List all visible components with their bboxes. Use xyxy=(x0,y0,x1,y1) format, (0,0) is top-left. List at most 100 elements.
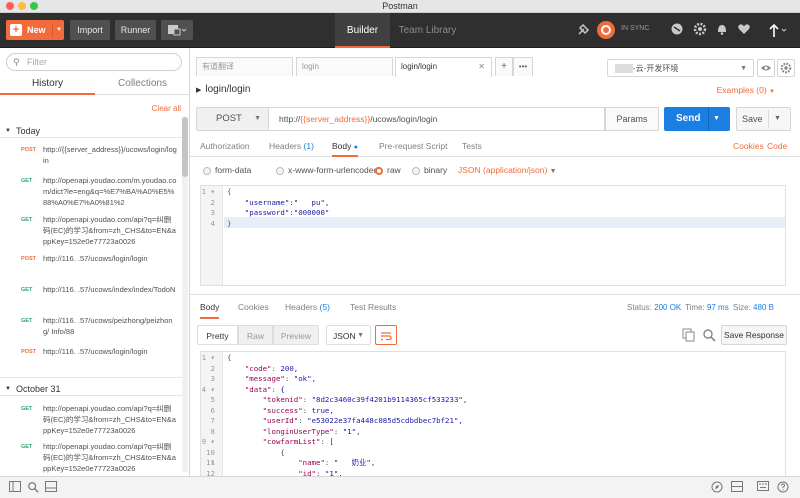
close-window-button[interactable] xyxy=(6,2,14,10)
filter-input[interactable]: ⚲ Filter xyxy=(6,53,182,71)
params-button[interactable]: Params xyxy=(605,107,659,131)
tab-headers[interactable]: Headers (1) xyxy=(269,139,314,157)
maximize-window-button[interactable] xyxy=(30,2,38,10)
copy-icon[interactable] xyxy=(682,328,696,342)
interceptor-icon[interactable] xyxy=(576,22,592,38)
request-tab[interactable]: 有道翻译 xyxy=(196,57,293,76)
history-item[interactable]: POST http://116. .57/ucows/login/login xyxy=(0,346,182,368)
bell-icon[interactable] xyxy=(714,22,730,38)
more-tabs-button[interactable]: ••• xyxy=(513,57,533,76)
form-data-label[interactable]: form-data xyxy=(215,165,251,175)
chevron-down-icon[interactable]: ▼ xyxy=(774,108,781,130)
format-select[interactable]: JSON ▼ xyxy=(326,325,371,345)
line-number: 4 ▾ xyxy=(201,384,215,394)
new-button[interactable]: + New ▼ xyxy=(6,20,64,40)
help-icon[interactable] xyxy=(776,481,790,495)
method-select[interactable]: POST ▼ xyxy=(196,107,269,131)
history-item[interactable]: GET http://openapi.youdao.com/api?q=纠删码(… xyxy=(0,441,182,474)
examples-dropdown[interactable]: Examples (0) ▼ xyxy=(717,85,775,95)
url-input[interactable]: http://{{server_address}}/ucows/login/lo… xyxy=(269,107,605,131)
tab-authorization[interactable]: Authorization xyxy=(200,139,250,157)
radio-x-www-form-urlencoded[interactable] xyxy=(276,167,284,175)
history-item[interactable]: GET http://116. .57/ucows/index/index/To… xyxy=(0,284,182,306)
save-button[interactable]: Save ▼ xyxy=(736,107,791,131)
urlencoded-label[interactable]: x-www-form-urlencoded xyxy=(288,165,378,175)
code-link[interactable]: Code xyxy=(767,139,787,157)
sync-icon[interactable] xyxy=(597,21,615,39)
wrap-lines-button[interactable] xyxy=(375,325,397,345)
view-pretty[interactable]: Pretty xyxy=(197,325,238,345)
response-tab-cookies[interactable]: Cookies xyxy=(238,302,269,319)
team-library-mode-tab[interactable]: Team Library xyxy=(395,13,460,48)
environment-select[interactable]: -云-开发环境 ▼ xyxy=(607,59,754,77)
body-type-select[interactable]: JSON (application/json) ▼ xyxy=(458,165,557,175)
request-tab-active[interactable]: login/login ✕ xyxy=(395,57,492,77)
send-button[interactable]: Send ▼ xyxy=(664,107,730,131)
layout-icon[interactable] xyxy=(730,481,744,495)
close-icon[interactable]: ✕ xyxy=(478,58,485,76)
history-item[interactable]: GET http://openapi.youdao.com/api?q=纠删码(… xyxy=(0,403,182,436)
binary-label[interactable]: binary xyxy=(424,165,447,175)
response-tabs: Body Cookies Headers (5) Test Results St… xyxy=(190,295,800,319)
heart-icon[interactable] xyxy=(736,22,752,38)
response-body-viewer[interactable]: 1 ▾{2 "code": 200, 3 "message": "ok", 4 ▾ … xyxy=(200,351,786,477)
history-item[interactable]: POST http://116. .57/ucows/login/login xyxy=(0,253,182,275)
minimize-window-button[interactable] xyxy=(18,2,26,10)
radio-binary[interactable] xyxy=(412,167,420,175)
bootcamp-icon[interactable] xyxy=(710,481,724,495)
history-item[interactable]: GET http://116. .57/ucows/peizhong/peizh… xyxy=(0,315,182,337)
satellite-icon[interactable] xyxy=(669,22,685,38)
history-group-october-31[interactable]: ▼ October 31 xyxy=(0,382,182,396)
line-number: 1 ▾ xyxy=(201,187,215,196)
gear-icon[interactable] xyxy=(692,22,708,38)
search-icon[interactable] xyxy=(702,328,716,342)
history-item[interactable]: POST http://{{server_address}}/ucows/log… xyxy=(0,144,182,166)
tab-collections[interactable]: Collections xyxy=(95,75,190,95)
shortcuts-icon[interactable] xyxy=(756,481,770,495)
chevron-down-icon: ▼ xyxy=(254,115,261,122)
scrollbar-thumb[interactable] xyxy=(182,117,188,177)
save-divider xyxy=(768,110,769,128)
clear-all-link[interactable]: Clear all xyxy=(152,104,181,113)
user-menu-icon[interactable] xyxy=(766,22,790,38)
new-window-button[interactable] xyxy=(161,20,193,40)
add-tab-button[interactable]: + xyxy=(495,57,513,76)
size-readout: Size: 480 B xyxy=(733,303,774,312)
tab-pre-request-script[interactable]: Pre-request Script xyxy=(379,139,448,157)
view-raw[interactable]: Raw xyxy=(238,325,273,345)
sidebar-toggle-icon[interactable] xyxy=(8,481,22,495)
request-name[interactable]: ▶ login/login xyxy=(196,84,250,95)
history-item[interactable]: GET http://openapi.youdao.com/m.youdao.c… xyxy=(0,175,182,208)
search-icon[interactable] xyxy=(26,481,40,495)
gear-icon[interactable] xyxy=(777,59,795,77)
history-group-today[interactable]: ▼ Today xyxy=(0,124,182,138)
tab-tests[interactable]: Tests xyxy=(462,139,482,157)
radio-form-data[interactable] xyxy=(203,167,211,175)
builder-mode-tab[interactable]: Builder xyxy=(335,13,390,48)
radio-raw[interactable] xyxy=(375,167,383,175)
request-tab[interactable]: login xyxy=(296,57,393,76)
runner-button[interactable]: Runner xyxy=(115,20,156,40)
method-badge: POST xyxy=(21,147,36,153)
code-line: "success": true, xyxy=(262,405,334,415)
cookies-link[interactable]: Cookies xyxy=(733,139,764,157)
import-button[interactable]: Import xyxy=(70,20,110,40)
eye-icon[interactable] xyxy=(757,59,775,77)
save-response-button[interactable]: Save Response xyxy=(721,325,787,345)
tab-body[interactable]: Body ● xyxy=(332,139,358,157)
response-tab-test-results[interactable]: Test Results xyxy=(350,302,396,319)
view-preview[interactable]: Preview xyxy=(273,325,319,345)
line-number: 1 ▾ xyxy=(201,353,215,362)
sidebar-scrollbar[interactable] xyxy=(182,117,188,472)
tab-history[interactable]: History xyxy=(0,75,95,95)
response-tab-headers[interactable]: Headers (5) xyxy=(285,302,330,319)
request-body-editor[interactable]: 1 ▾ 2 3 4 { "username":" pu", "password"… xyxy=(200,185,786,286)
response-tab-body[interactable]: Body xyxy=(200,302,220,319)
code-line: "tokenid": "8d2c3460c39f4201b9114365cf53… xyxy=(262,395,468,404)
line-number: 11 xyxy=(206,458,215,467)
chevron-down-icon[interactable]: ▼ xyxy=(56,20,62,40)
raw-label[interactable]: raw xyxy=(387,165,401,175)
console-icon[interactable] xyxy=(44,481,58,495)
chevron-down-icon[interactable]: ▼ xyxy=(713,107,720,131)
history-item[interactable]: GET http://openapi.youdao.com/api?q=纠删码(… xyxy=(0,214,182,247)
